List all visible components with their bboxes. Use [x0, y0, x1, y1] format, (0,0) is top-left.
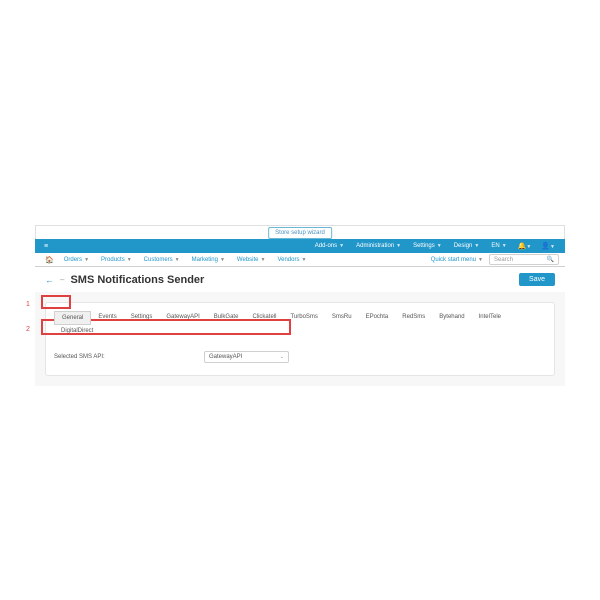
content-panel: General Events Settings GatewayAPI BulkG…: [45, 302, 555, 376]
tab-digitaldirect[interactable]: DigitalDirect: [54, 325, 100, 337]
nav-addons[interactable]: Add-ons▼: [310, 241, 349, 251]
tab-turbosms[interactable]: TurboSms: [283, 311, 324, 325]
hamburger-icon[interactable]: ≡: [41, 243, 51, 250]
main-menu-bar: 🏠 Orders▼ Products▼ Customers▼ Marketing…: [35, 253, 565, 267]
tab-inteltele[interactable]: IntelTele: [472, 311, 508, 325]
caret-down-icon: ▼: [502, 243, 507, 249]
back-arrow-icon[interactable]: ←: [45, 275, 54, 285]
tab-settings[interactable]: Settings: [124, 311, 160, 325]
tab-bulkgate[interactable]: BulkGate: [207, 311, 246, 325]
tab-redsms[interactable]: RedSms: [395, 311, 432, 325]
select-sms-api[interactable]: GatewayAPI⌄: [204, 351, 289, 363]
store-setup-wizard-button[interactable]: Store setup wizard: [268, 227, 332, 239]
nav-language[interactable]: EN▼: [486, 241, 511, 251]
field-label-sms-api: Selected SMS API:: [54, 354, 204, 360]
nav-administration[interactable]: Administration▼: [351, 241, 406, 251]
menu-marketing[interactable]: Marketing▼: [186, 257, 231, 263]
menu-website[interactable]: Website▼: [231, 257, 272, 263]
caret-down-icon: ▼: [396, 243, 401, 249]
tab-gatewayapi[interactable]: GatewayAPI: [159, 311, 206, 325]
home-icon[interactable]: 🏠: [41, 256, 58, 264]
page-title: SMS Notifications Sender: [70, 274, 204, 286]
top-nav-bar: ≡ Add-ons▼ Administration▼ Settings▼ Des…: [35, 239, 565, 253]
annotation-marker-1: 1: [26, 301, 30, 308]
menu-customers[interactable]: Customers▼: [138, 257, 186, 263]
setup-bar: Store setup wizard: [35, 225, 565, 239]
user-icon[interactable]: 👤▼: [537, 242, 559, 250]
tab-epochta[interactable]: EPochta: [359, 311, 396, 325]
caret-down-icon: ▼: [474, 243, 479, 249]
save-button[interactable]: Save: [519, 273, 555, 286]
tab-general[interactable]: General: [54, 311, 91, 325]
nav-design[interactable]: Design▼: [449, 241, 485, 251]
caret-down-icon: ▼: [339, 243, 344, 249]
quick-start-menu[interactable]: Quick start menu▼: [425, 257, 489, 263]
field-row-sms-api: Selected SMS API: GatewayAPI⌄: [54, 347, 546, 367]
annotation-marker-2: 2: [26, 326, 30, 333]
tab-smsru[interactable]: SmsRu: [325, 311, 359, 325]
notifications-icon[interactable]: 🔔▼: [514, 242, 536, 250]
menu-orders[interactable]: Orders▼: [58, 257, 95, 263]
tab-events[interactable]: Events: [91, 311, 123, 325]
tab-bytehand[interactable]: Bytehand: [432, 311, 471, 325]
search-input[interactable]: Search🔍: [489, 254, 559, 265]
chevron-down-icon: ⌄: [280, 354, 284, 360]
nav-settings[interactable]: Settings▼: [408, 241, 447, 251]
menu-vendors[interactable]: Vendors▼: [271, 257, 312, 263]
menu-products[interactable]: Products▼: [95, 257, 138, 263]
caret-down-icon: ▼: [437, 243, 442, 249]
tab-clickatell[interactable]: Clickatell: [245, 311, 283, 325]
content-area: General Events Settings GatewayAPI BulkG…: [35, 292, 565, 386]
separator: –: [60, 275, 64, 284]
title-bar: ← – SMS Notifications Sender Save: [35, 267, 565, 292]
tabs-container: General Events Settings GatewayAPI BulkG…: [54, 311, 546, 337]
search-icon: 🔍: [547, 256, 554, 263]
